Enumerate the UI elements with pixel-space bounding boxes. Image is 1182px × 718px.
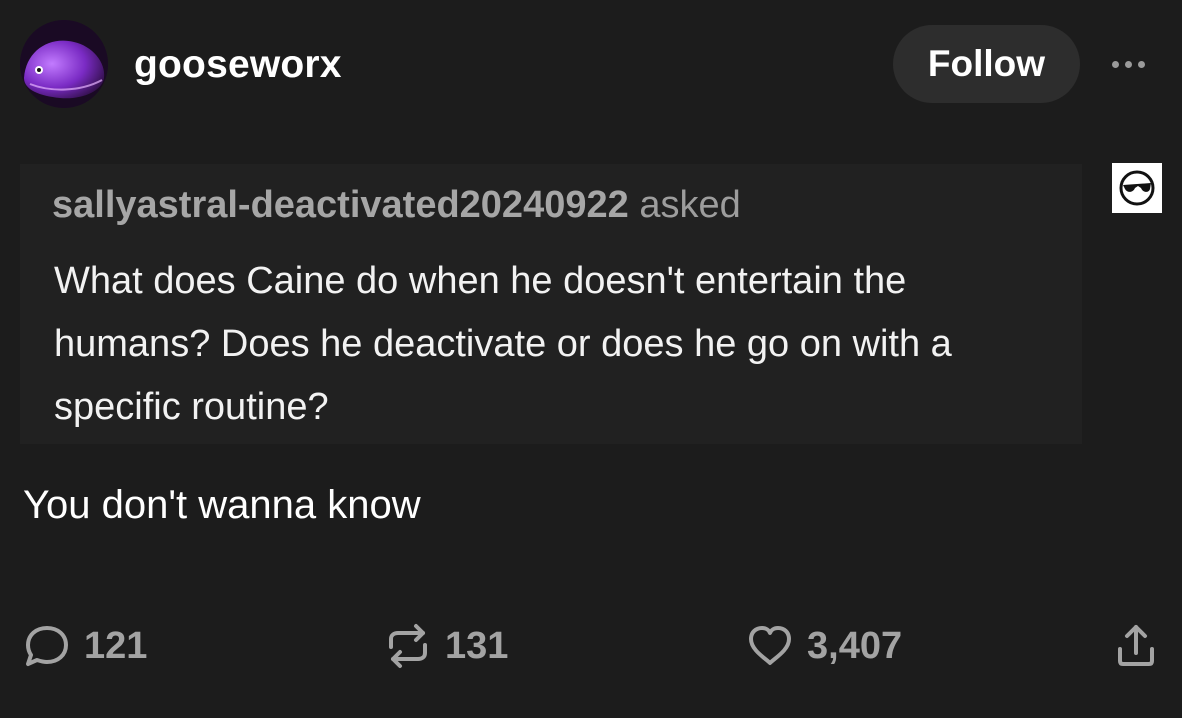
more-horizontal-icon bbox=[1111, 60, 1119, 68]
anonymous-avatar bbox=[1112, 163, 1162, 213]
avatar[interactable] bbox=[20, 20, 108, 108]
more-dot bbox=[1124, 60, 1132, 68]
question-text: What does Caine do when he doesn't enter… bbox=[54, 260, 952, 428]
username[interactable]: gooseworx bbox=[134, 41, 342, 89]
reblog-count: 131 bbox=[445, 625, 509, 667]
asked-label: asked bbox=[639, 184, 741, 226]
follow-button[interactable]: Follow bbox=[893, 25, 1080, 103]
reply-count: 121 bbox=[84, 625, 148, 667]
reblog-button[interactable]: 131 bbox=[383, 620, 508, 672]
more-dot bbox=[1137, 60, 1145, 68]
asker-name[interactable]: sallyastral-deactivated20240922 bbox=[52, 184, 629, 226]
reply-button[interactable]: 121 bbox=[22, 620, 147, 672]
asker-line: sallyastral-deactivated20240922 asked bbox=[52, 182, 741, 228]
share-icon bbox=[1118, 625, 1154, 666]
share-button[interactable] bbox=[1114, 620, 1158, 672]
heart-icon bbox=[749, 626, 791, 665]
post-header: gooseworx Follow bbox=[0, 0, 1182, 130]
like-button[interactable]: 3,407 bbox=[745, 620, 902, 672]
like-count: 3,407 bbox=[807, 625, 903, 667]
avatar-image bbox=[20, 20, 108, 108]
answer-text: You don't wanna know bbox=[23, 483, 421, 527]
sunglasses-face-icon bbox=[1119, 170, 1155, 206]
reblog-icon bbox=[389, 624, 427, 668]
reply-icon bbox=[26, 626, 68, 666]
ask-box: sallyastral-deactivated20240922 asked Wh… bbox=[20, 164, 1082, 444]
more-options-button[interactable] bbox=[1100, 44, 1156, 84]
